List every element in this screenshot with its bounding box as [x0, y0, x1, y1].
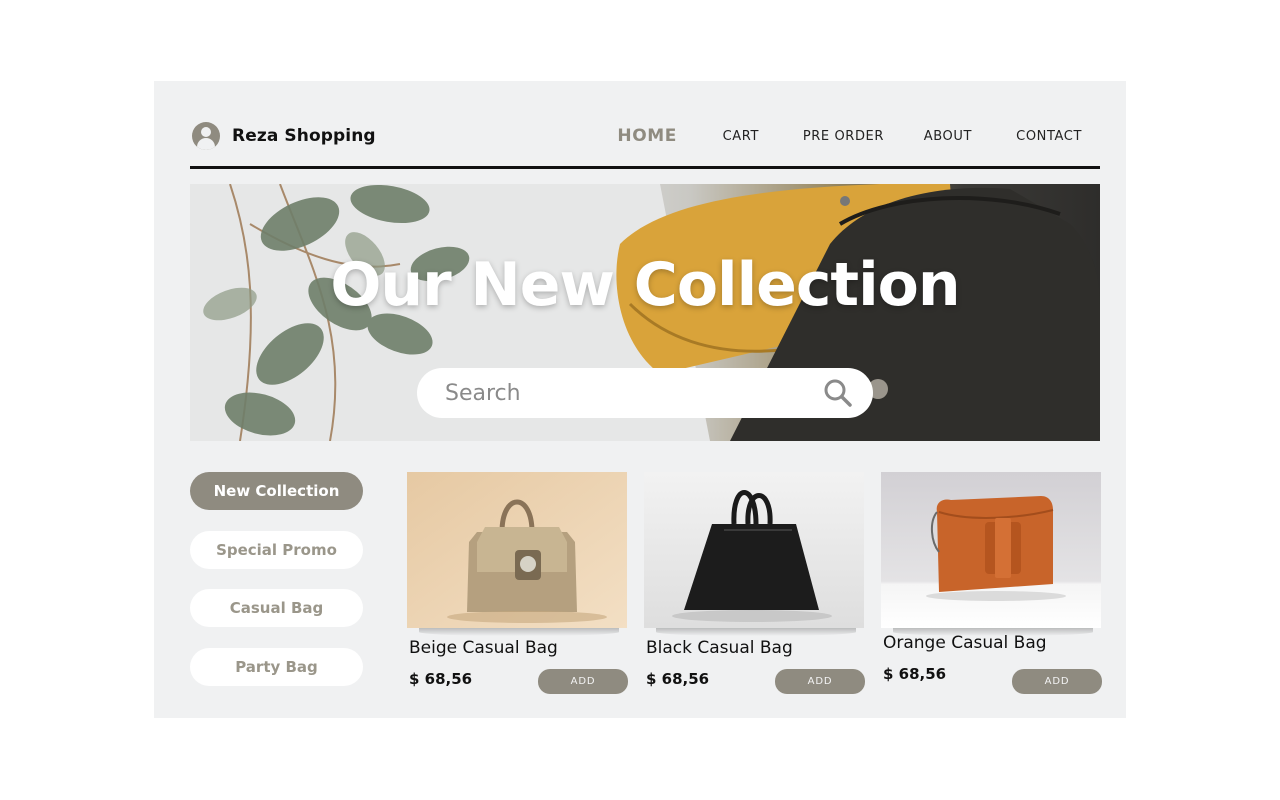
- nav-home[interactable]: HOME: [617, 126, 677, 146]
- nav-contact[interactable]: CONTACT: [1016, 127, 1082, 147]
- category-casual-bag[interactable]: Casual Bag: [190, 589, 363, 627]
- category-special-promo[interactable]: Special Promo: [190, 531, 363, 569]
- product-card: Beige Casual Bag $ 68,56 ADD: [407, 472, 628, 697]
- search-input[interactable]: [445, 377, 805, 409]
- add-to-cart-button[interactable]: ADD: [538, 669, 628, 694]
- product-card: Orange Casual Bag $ 68,56 ADD: [881, 472, 1102, 697]
- header-divider: [190, 166, 1100, 169]
- product-name[interactable]: Beige Casual Bag: [409, 638, 558, 658]
- hero-title: Our New Collection: [330, 250, 960, 320]
- nav-about[interactable]: ABOUT: [924, 127, 972, 147]
- product-image-black-bag[interactable]: [644, 472, 864, 628]
- add-to-cart-button[interactable]: ADD: [775, 669, 865, 694]
- category-new-collection[interactable]: New Collection: [190, 472, 363, 510]
- nav-pre-order[interactable]: PRE ORDER: [803, 127, 884, 147]
- product-name[interactable]: Black Casual Bag: [646, 638, 793, 658]
- nav-cart[interactable]: CART: [723, 127, 759, 147]
- image-shadow: [656, 628, 856, 636]
- user-avatar-icon[interactable]: [192, 122, 220, 150]
- product-image-beige-bag[interactable]: [407, 472, 627, 628]
- product-image-orange-bag[interactable]: [881, 472, 1101, 628]
- product-price: $ 68,56: [883, 665, 947, 683]
- category-party-bag[interactable]: Party Bag: [190, 648, 363, 686]
- image-shadow: [419, 628, 619, 636]
- shop-window: Reza Shopping HOME CART PRE ORDER ABOUT …: [154, 81, 1126, 718]
- product-name[interactable]: Orange Casual Bag: [883, 633, 1047, 653]
- brand-name: Reza Shopping: [232, 126, 376, 146]
- product-card: Black Casual Bag $ 68,56 ADD: [644, 472, 865, 697]
- product-price: $ 68,56: [646, 670, 710, 688]
- search-icon[interactable]: [823, 378, 853, 408]
- brand[interactable]: Reza Shopping: [192, 122, 376, 150]
- product-price: $ 68,56: [409, 670, 473, 688]
- hero-banner: Our New Collection: [190, 184, 1100, 441]
- add-to-cart-button[interactable]: ADD: [1012, 669, 1102, 694]
- search-bar: [417, 368, 873, 418]
